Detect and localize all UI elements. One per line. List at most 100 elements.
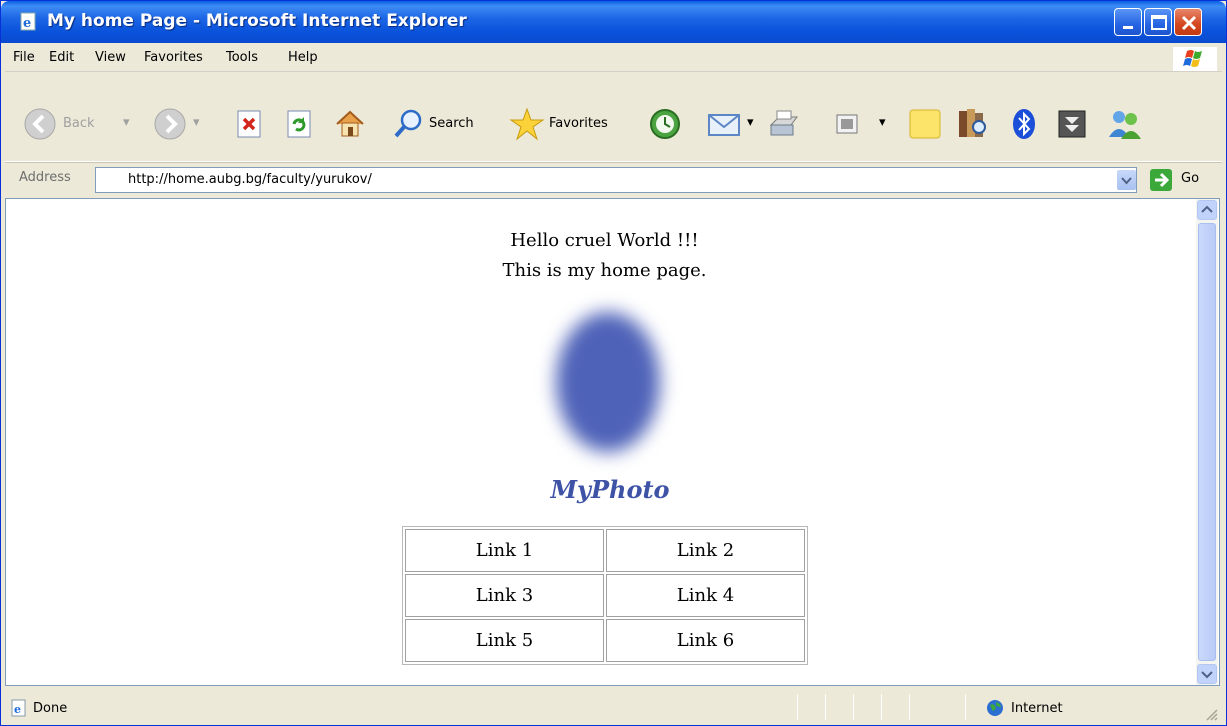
maximize-button[interactable] xyxy=(1144,8,1172,36)
internet-globe-icon xyxy=(987,700,1003,716)
table-row: Link 3 Link 4 xyxy=(405,574,805,617)
edit-dropdown-arrow[interactable]: ▾ xyxy=(879,115,886,130)
title-bar[interactable]: e My home Page - Microsoft Internet Expl… xyxy=(1,1,1226,43)
chevron-down-icon xyxy=(1201,671,1213,679)
browser-window: e My home Page - Microsoft Internet Expl… xyxy=(0,0,1227,726)
status-bar: e Done Internet xyxy=(5,690,1222,724)
page-content[interactable]: Hello cruel World !!! This is my home pa… xyxy=(5,198,1220,686)
close-button[interactable] xyxy=(1174,8,1202,36)
home-button[interactable] xyxy=(333,107,367,141)
standard-toolbar: Back ▾ ▾ Search Favorites ▾ ▾ xyxy=(5,73,1222,163)
mail-button[interactable]: ▾ xyxy=(705,107,761,141)
page-heading: Hello cruel World !!! This is my home pa… xyxy=(6,226,1203,286)
refresh-button[interactable] xyxy=(285,109,315,139)
mail-dropdown-arrow[interactable]: ▾ xyxy=(747,115,754,130)
mail-envelope-icon xyxy=(708,114,740,136)
windows-logo xyxy=(1173,47,1217,71)
status-divider xyxy=(965,694,966,720)
research-button[interactable] xyxy=(955,105,991,141)
favorites-button[interactable]: Favorites xyxy=(509,107,639,143)
status-text: Done xyxy=(33,701,68,716)
link-cell[interactable]: Link 1 xyxy=(405,529,604,572)
address-dropdown-button[interactable] xyxy=(1117,170,1136,190)
scroll-up-button[interactable] xyxy=(1197,200,1217,220)
go-label: Go xyxy=(1181,171,1200,186)
printer-icon xyxy=(769,110,798,136)
menu-view[interactable]: View xyxy=(95,50,126,65)
history-button[interactable] xyxy=(647,107,683,141)
address-input[interactable]: http://home.aubg.bg/faculty/yurukov/ xyxy=(95,167,1137,193)
link-cell[interactable]: Link 6 xyxy=(606,619,805,662)
menu-edit[interactable]: Edit xyxy=(49,50,74,65)
refresh-icon xyxy=(287,110,311,138)
home-icon xyxy=(336,110,364,137)
go-button[interactable]: Go xyxy=(1145,167,1215,193)
messenger-button[interactable] xyxy=(1105,107,1145,141)
chevron-up-icon xyxy=(1201,205,1213,213)
messenger-people-icon xyxy=(1109,111,1141,139)
forward-button[interactable]: ▾ xyxy=(153,107,203,143)
profile-photo xyxy=(526,294,688,467)
toolbar-extension-button[interactable] xyxy=(1055,107,1089,141)
notes-button[interactable] xyxy=(907,107,943,141)
sticky-note-icon xyxy=(909,109,941,139)
table-row: Link 1 Link 2 xyxy=(405,529,805,572)
page-done-icon: e xyxy=(11,699,26,717)
print-button[interactable] xyxy=(765,107,801,141)
favorites-label: Favorites xyxy=(549,116,608,131)
resize-grip-icon[interactable] xyxy=(1205,708,1219,722)
menu-help[interactable]: Help xyxy=(288,50,318,65)
address-label: Address xyxy=(19,170,71,185)
subtitle-text: This is my home page. xyxy=(502,260,707,281)
back-dropdown-arrow[interactable]: ▾ xyxy=(123,115,130,130)
search-button[interactable]: Search xyxy=(391,107,497,143)
bluetooth-icon xyxy=(1013,109,1035,139)
link-cell[interactable]: Link 3 xyxy=(405,574,604,617)
address-bar: Address http://home.aubg.bg/faculty/yuru… xyxy=(5,161,1222,197)
search-label: Search xyxy=(429,116,474,131)
maximize-icon xyxy=(1151,15,1167,30)
scroll-thumb[interactable] xyxy=(1198,223,1216,661)
link-cell[interactable]: Link 5 xyxy=(405,619,604,662)
favorites-star-icon xyxy=(509,107,545,141)
window-title: My home Page - Microsoft Internet Explor… xyxy=(47,11,467,31)
security-zone-text: Internet xyxy=(1011,701,1063,716)
address-url: http://home.aubg.bg/faculty/yurukov/ xyxy=(128,172,372,187)
chevron-down-icon xyxy=(1121,177,1132,185)
link-cell[interactable]: Link 4 xyxy=(606,574,805,617)
bluetooth-button[interactable] xyxy=(1009,107,1039,141)
extension-icon xyxy=(1058,110,1086,138)
forward-arrow-icon xyxy=(154,108,186,140)
back-arrow-icon xyxy=(24,108,56,140)
links-table: Link 1 Link 2 Link 3 Link 4 Link 5 Link … xyxy=(402,526,808,665)
photo-caption: MyPhoto xyxy=(550,475,670,504)
edit-button[interactable]: ▾ xyxy=(833,109,889,139)
menu-favorites[interactable]: Favorites xyxy=(144,50,203,65)
vertical-scrollbar[interactable] xyxy=(1196,199,1218,685)
status-divider xyxy=(825,694,826,720)
photo-placeholder-blob xyxy=(556,312,660,452)
back-label: Back xyxy=(63,116,95,131)
svg-text:e: e xyxy=(23,16,31,31)
ie-page-icon: e xyxy=(20,12,36,31)
stop-button[interactable] xyxy=(235,109,265,139)
close-icon xyxy=(1181,15,1197,31)
status-divider xyxy=(881,694,882,720)
status-divider xyxy=(909,694,910,720)
stop-icon xyxy=(237,110,261,138)
svg-text:e: e xyxy=(14,703,21,716)
go-arrow-icon xyxy=(1150,169,1172,191)
ie-page-icon xyxy=(105,172,118,188)
scroll-down-button[interactable] xyxy=(1197,664,1217,684)
link-cell[interactable]: Link 2 xyxy=(606,529,805,572)
research-books-icon xyxy=(959,109,986,137)
status-divider xyxy=(797,694,798,720)
forward-dropdown-arrow[interactable]: ▾ xyxy=(193,115,200,130)
back-button[interactable]: Back ▾ xyxy=(23,107,143,143)
menu-file[interactable]: File xyxy=(13,50,35,65)
greeting-text: Hello cruel World !!! xyxy=(510,230,699,251)
menu-tools[interactable]: Tools xyxy=(226,50,258,65)
status-divider xyxy=(853,694,854,720)
history-clock-icon xyxy=(650,109,680,139)
minimize-button[interactable] xyxy=(1114,8,1142,36)
